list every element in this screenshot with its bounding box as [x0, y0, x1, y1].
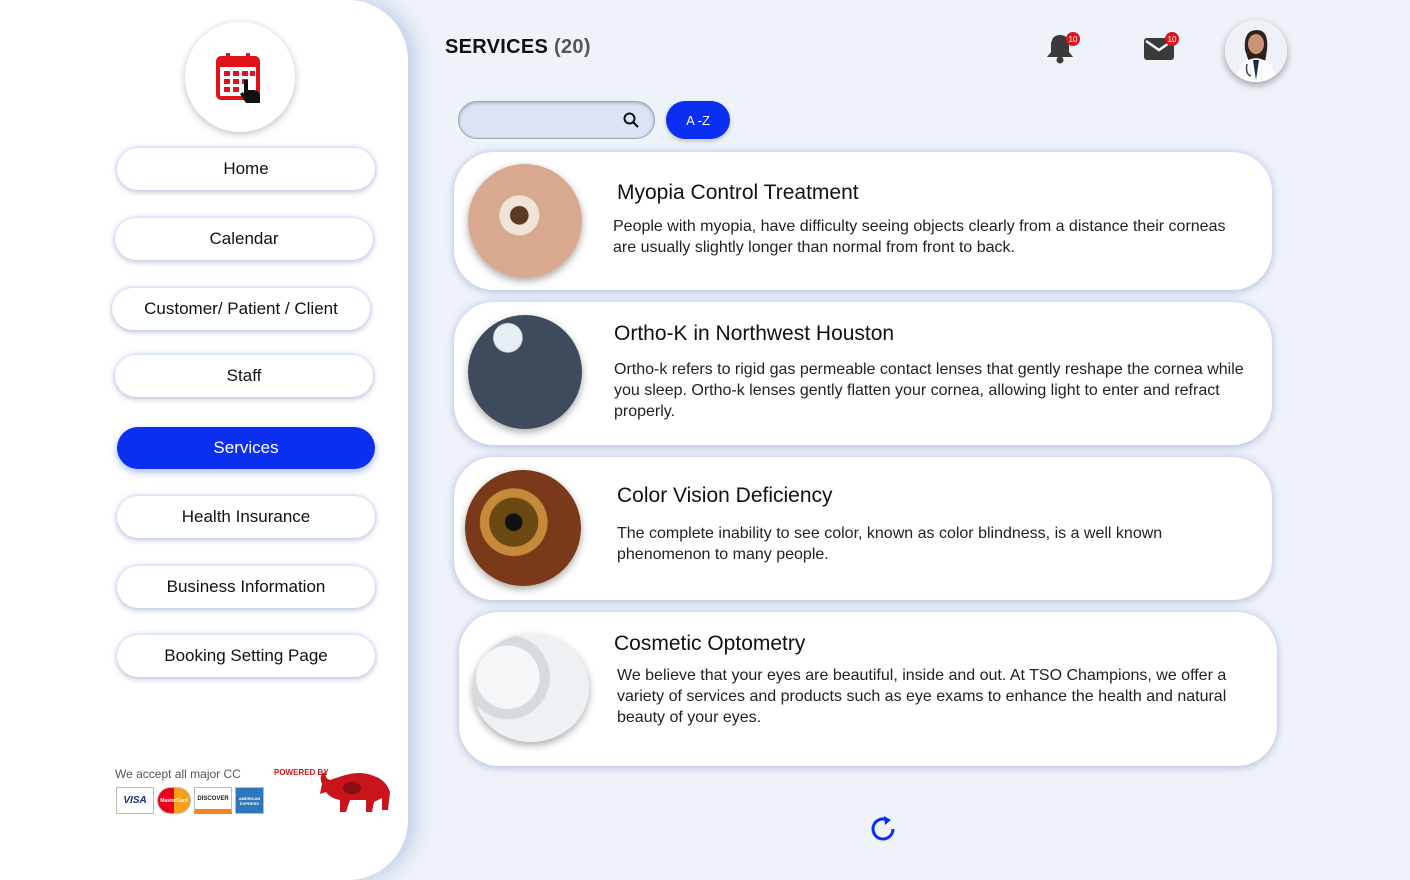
discover-card-icon: DISCOVER	[194, 787, 232, 814]
service-card[interactable]: Color Vision Deficiency The complete ina…	[454, 457, 1272, 600]
message-badge: 10	[1165, 32, 1179, 46]
service-description: The complete inability to see color, kno…	[617, 525, 1163, 563]
service-title: Cosmetic Optometry	[614, 632, 806, 655]
sidebar-item-label: Customer/ Patient / Client	[144, 299, 338, 318]
service-description: People with myopia, have difficulty seei…	[613, 218, 1226, 256]
notifications-button[interactable]: 10	[1045, 32, 1080, 69]
search-input[interactable]	[473, 102, 623, 138]
service-card[interactable]: Cosmetic Optometry We believe that your …	[459, 612, 1277, 766]
search-field	[458, 101, 655, 139]
sidebar: Home Calendar Customer/ Patient / Client…	[0, 0, 408, 880]
app-logo[interactable]	[185, 22, 295, 132]
refresh-icon[interactable]	[867, 813, 899, 845]
service-title: Ortho-K in Northwest Houston	[614, 322, 895, 345]
service-description: Ortho-k refers to rigid gas permeable co…	[614, 361, 1244, 420]
search-icon[interactable]	[623, 112, 639, 128]
visa-card-icon: VISA	[116, 787, 154, 814]
bull-logo-icon	[320, 772, 390, 812]
credit-card-logos: VISA MasterCard DISCOVER AMERICAN EXPRES…	[116, 787, 264, 814]
sidebar-item-label: Home	[223, 159, 269, 178]
sidebar-item-business-information[interactable]: Business Information	[117, 566, 375, 608]
service-image-eye-lens	[468, 164, 582, 278]
service-title: Color Vision Deficiency	[617, 484, 833, 507]
sidebar-item-booking-setting[interactable]: Booking Setting Page	[117, 635, 375, 677]
avatar[interactable]	[1225, 20, 1287, 82]
services-count: (20)	[554, 36, 591, 58]
service-image-eye-iris	[465, 470, 581, 586]
sidebar-item-services[interactable]: Services	[117, 427, 375, 469]
sidebar-item-label: Calendar	[209, 229, 279, 248]
doctor-avatar-icon	[1225, 20, 1287, 82]
messages-button[interactable]: 10	[1143, 32, 1179, 67]
cc-accepted-text: We accept all major CC	[115, 767, 241, 781]
sidebar-item-label: Booking Setting Page	[164, 646, 328, 665]
page-title: SERVICES (20)	[445, 36, 591, 59]
amex-card-icon: AMERICAN EXPRESS	[235, 787, 264, 814]
sidebar-item-home[interactable]: Home	[117, 148, 375, 190]
notification-badge: 10	[1066, 32, 1080, 46]
service-image-ortho-k	[468, 315, 582, 429]
sort-az-label: A -Z	[686, 112, 710, 128]
service-card[interactable]: Myopia Control Treatment People with myo…	[454, 152, 1272, 290]
sort-az-button[interactable]: A -Z	[666, 101, 730, 139]
sidebar-item-health-insurance[interactable]: Health Insurance	[117, 496, 375, 538]
page-title-text: SERVICES	[445, 36, 549, 58]
sidebar-item-label: Services	[213, 438, 279, 457]
sidebar-item-calendar[interactable]: Calendar	[115, 218, 373, 260]
sidebar-item-staff[interactable]: Staff	[115, 355, 373, 397]
sidebar-item-label: Business Information	[166, 577, 326, 596]
sidebar-item-label: Staff	[226, 366, 262, 385]
service-description: We believe that your eyes are beautiful,…	[617, 667, 1227, 726]
sidebar-item-label: Health Insurance	[181, 507, 311, 526]
service-image-contact-lenses	[473, 634, 589, 742]
service-card[interactable]: Ortho-K in Northwest Houston Ortho-k ref…	[454, 302, 1272, 445]
calendar-click-icon	[216, 53, 260, 103]
sidebar-item-customer[interactable]: Customer/ Patient / Client	[112, 288, 370, 330]
service-title: Myopia Control Treatment	[617, 181, 859, 204]
mastercard-icon: MasterCard	[157, 787, 191, 814]
